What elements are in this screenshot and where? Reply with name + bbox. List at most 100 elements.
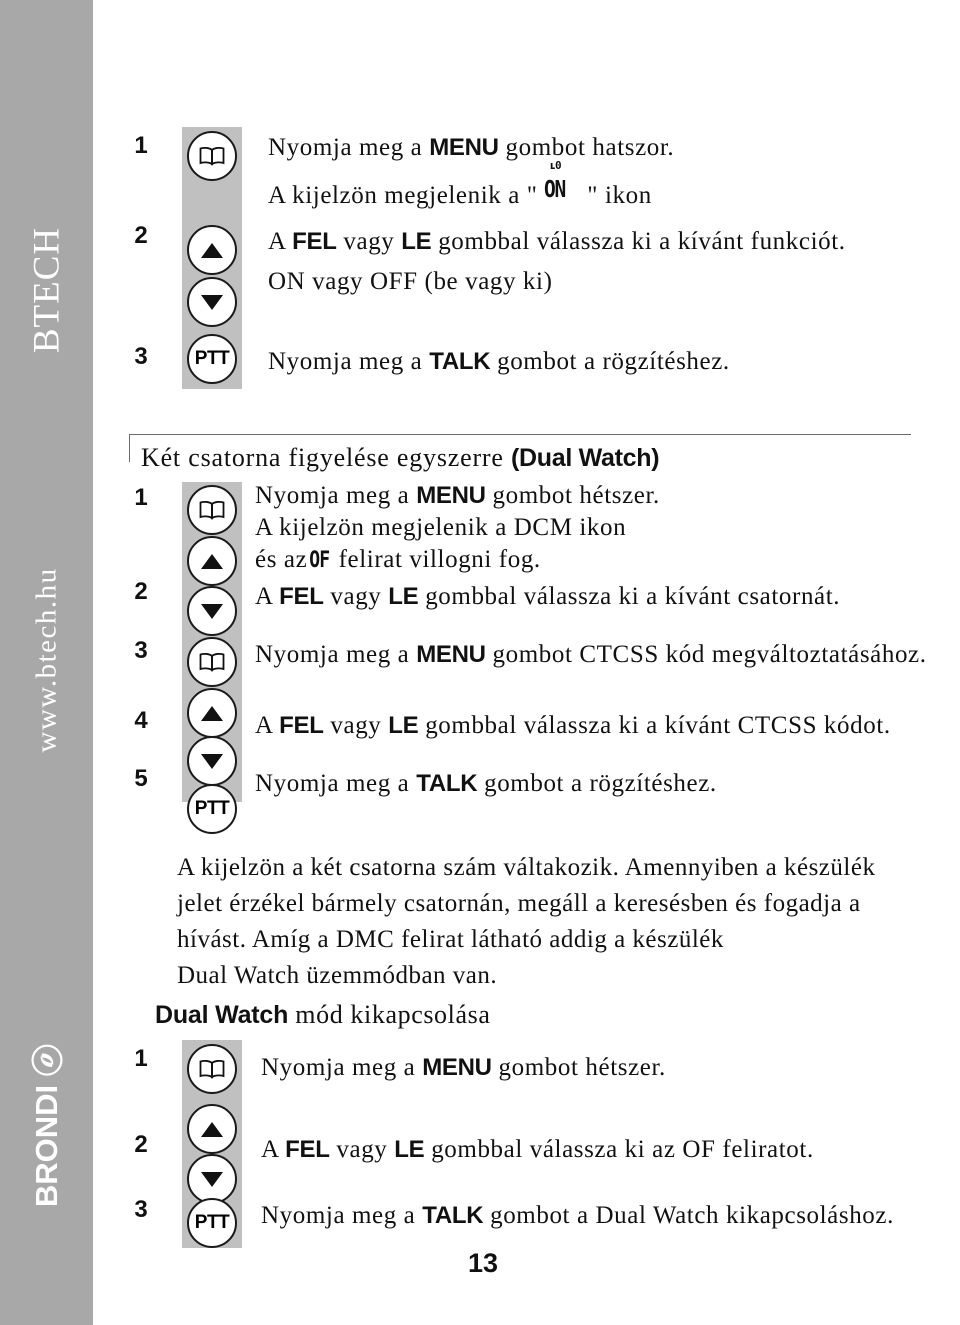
down-arrow-icon bbox=[201, 1171, 223, 1187]
text-frag: gombbal válassza ki a kívánt CTCSS kódot… bbox=[418, 712, 891, 739]
step-text-dw-4: A FEL vagy LE gombbal válassza ki a kívá… bbox=[255, 712, 891, 740]
step-number-top-2: 2 bbox=[134, 222, 148, 249]
step-number-off-3: 3 bbox=[134, 1196, 148, 1223]
ptt-label: PTT bbox=[194, 348, 230, 369]
step-icon-up[interactable] bbox=[187, 1104, 237, 1154]
fel-key-label: FEL bbox=[292, 228, 337, 255]
step-icon-book[interactable] bbox=[187, 131, 237, 181]
fel-key-label: FEL bbox=[285, 1136, 330, 1163]
book-menu-icon bbox=[199, 1059, 225, 1079]
step-icon-ptt[interactable]: PTT bbox=[187, 334, 237, 384]
step-number-dw-1: 1 bbox=[134, 484, 148, 511]
talk-key-label: TALK bbox=[416, 770, 478, 797]
brondi-logo: BRONDI bbox=[29, 1043, 65, 1207]
le-key-label: LE bbox=[394, 1136, 425, 1163]
step-text-off-1: Nyomja meg a MENU gombot hétszer. bbox=[261, 1054, 666, 1082]
section-title-turnoff: Dual Watch mód kikapcsolása bbox=[155, 1000, 490, 1030]
step-text-dw-1b: A kijelzön megjelenik a DCM ikon bbox=[255, 514, 627, 541]
page-content: PTT 1 2 3 Nyomja meg a MENU gombot hatsz… bbox=[93, 0, 960, 1325]
le-key-label: LE bbox=[388, 583, 419, 610]
dualwatch-label: Dual Watch bbox=[155, 1001, 289, 1029]
le-key-label: LE bbox=[388, 712, 419, 739]
brondi-brand-label: BRONDI bbox=[28, 1084, 64, 1208]
step-icon-book[interactable] bbox=[187, 485, 237, 535]
menu-key-label: MENU bbox=[416, 482, 486, 509]
step-icon-ptt[interactable]: PTT bbox=[187, 1198, 237, 1248]
up-arrow-icon bbox=[201, 242, 223, 258]
step-text-top-2a: A FEL vagy LE gombbal válassza ki a kívá… bbox=[268, 228, 846, 256]
step-text-dw-1a: Nyomja meg a MENU gombot hétszer. bbox=[255, 482, 660, 510]
step-icon-down[interactable] bbox=[187, 277, 237, 327]
step-icon-down[interactable] bbox=[187, 586, 237, 636]
down-arrow-icon bbox=[201, 753, 223, 769]
text-frag: Nyomja meg a bbox=[268, 134, 430, 161]
btech-brand-label: BTECH bbox=[26, 226, 67, 354]
text-frag: gombot a rögzítéshez. bbox=[477, 770, 717, 797]
text-frag: vagy bbox=[323, 712, 389, 739]
text-frag: gombot CTCSS kód megváltoztatásához. bbox=[485, 641, 927, 668]
step-number-off-2: 2 bbox=[134, 1131, 148, 1158]
text-frag: A kijelzön megjelenik a " bbox=[268, 182, 545, 209]
step-icon-ptt[interactable]: PTT bbox=[187, 784, 237, 834]
step-number-dw-4: 4 bbox=[134, 707, 148, 734]
text-frag: " ikon bbox=[580, 182, 652, 209]
icon-strip-turnoff: PTT bbox=[182, 1040, 242, 1248]
text-frag: Két csatorna figyelése egyszerre bbox=[141, 443, 511, 472]
note-line-1: A kijelzön a két csatorna szám váltakozi… bbox=[177, 854, 876, 881]
step-icon-down[interactable] bbox=[187, 736, 237, 786]
step-icon-book[interactable] bbox=[187, 1044, 237, 1094]
step-text-off-3: Nyomja meg a TALK gombot a Dual Watch ki… bbox=[261, 1202, 894, 1230]
text-frag: gombot hatszor. bbox=[498, 134, 675, 161]
step-text-dw-1c: és az OF felirat villogni fog. bbox=[255, 546, 541, 574]
text-frag: gombbal válassza ki a kívánt csatornát. bbox=[418, 583, 841, 610]
text-frag: Nyomja meg a bbox=[261, 1202, 423, 1229]
down-arrow-icon bbox=[201, 603, 223, 619]
step-text-top-1b: A kijelzön megjelenik a " ʟ0 ON " ikon bbox=[268, 159, 652, 210]
step-icon-up[interactable] bbox=[187, 536, 237, 586]
step-icon-up[interactable] bbox=[187, 688, 237, 738]
fel-key-label: FEL bbox=[279, 583, 324, 610]
text-frag: A bbox=[255, 712, 280, 739]
left-sidebar: BTECH www.btech.hu BRONDI bbox=[0, 0, 93, 1325]
lcd-sup-text: ʟ0 bbox=[549, 159, 561, 172]
step-number-top-3: 3 bbox=[134, 343, 148, 370]
lcd-of-icon: OF bbox=[309, 548, 330, 573]
text-frag: és az bbox=[255, 546, 308, 573]
menu-key-label: MENU bbox=[416, 641, 486, 668]
step-text-top-3: Nyomja meg a TALK gombot a rögzítéshez. bbox=[268, 348, 730, 376]
text-frag: gombbal válassza ki az OF feliratot. bbox=[424, 1136, 814, 1163]
step-number-off-1: 1 bbox=[134, 1045, 148, 1072]
down-arrow-icon bbox=[201, 294, 223, 310]
menu-key-label: MENU bbox=[429, 134, 499, 161]
step-icon-book[interactable] bbox=[187, 637, 237, 687]
fel-key-label: FEL bbox=[279, 712, 324, 739]
text-frag: vagy bbox=[329, 1136, 395, 1163]
ptt-label: PTT bbox=[194, 1212, 230, 1233]
note-line-2: jelet érzékel bármely csatornán, megáll … bbox=[177, 890, 861, 917]
step-icon-up[interactable] bbox=[187, 225, 237, 275]
text-frag: felirat villogni fog. bbox=[331, 546, 541, 573]
step-text-off-2: A FEL vagy LE gombbal válassza ki az OF … bbox=[261, 1136, 814, 1164]
brondi-swirl-icon bbox=[30, 1044, 63, 1076]
talk-key-label: TALK bbox=[422, 1202, 484, 1229]
menu-key-label: MENU bbox=[422, 1054, 492, 1081]
up-arrow-icon bbox=[201, 553, 223, 569]
up-arrow-icon bbox=[201, 1121, 223, 1137]
step-text-dw-5: Nyomja meg a TALK gombot a rögzítéshez. bbox=[255, 770, 717, 798]
text-frag: A bbox=[268, 228, 293, 255]
icon-strip-top: PTT bbox=[182, 127, 242, 389]
text-frag: A bbox=[261, 1136, 286, 1163]
page-number: 13 bbox=[467, 1248, 499, 1278]
website-url-label: www.btech.hu bbox=[30, 567, 62, 753]
step-icon-down[interactable] bbox=[187, 1154, 237, 1204]
section-divider-rule bbox=[129, 434, 911, 435]
text-frag: vagy bbox=[323, 583, 389, 610]
step-number-top-1: 1 bbox=[134, 132, 148, 159]
step-text-top-1a: Nyomja meg a MENU gombot hatszor. bbox=[268, 134, 674, 162]
text-frag: gombbal válassza ki a kívánt funkciót. bbox=[431, 228, 846, 255]
text-frag: Nyomja meg a bbox=[261, 1054, 423, 1081]
ptt-label: PTT bbox=[194, 798, 230, 819]
text-frag: Nyomja meg a bbox=[255, 770, 417, 797]
talk-key-label: TALK bbox=[429, 348, 491, 375]
up-arrow-icon bbox=[201, 705, 223, 721]
